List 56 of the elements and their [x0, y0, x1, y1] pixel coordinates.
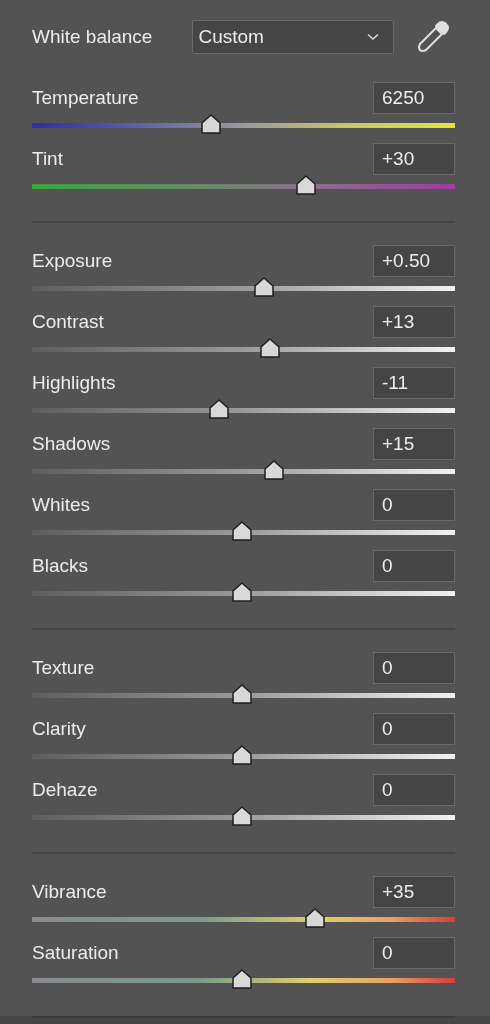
slider-label: Clarity [32, 718, 86, 740]
slider-thumb[interactable] [252, 277, 275, 297]
slider-track[interactable] [32, 693, 455, 698]
value-field[interactable]: 0 [373, 652, 455, 684]
slider-label: Dehaze [32, 779, 98, 801]
slider-thumb[interactable] [230, 582, 253, 602]
value-field[interactable]: +30 [373, 143, 455, 175]
value-field[interactable]: 0 [373, 774, 455, 806]
slider-thumb[interactable] [199, 114, 222, 134]
slider-label: Tint [32, 148, 63, 170]
slider-thumb[interactable] [230, 969, 253, 989]
slider-label: Temperature [32, 87, 139, 109]
slider-thumb[interactable] [207, 399, 230, 419]
slider-track[interactable] [32, 347, 455, 352]
slider-label: Highlights [32, 372, 116, 394]
slider-track[interactable] [32, 184, 455, 189]
caret-icon [367, 33, 380, 41]
eyedropper-icon[interactable] [416, 20, 451, 54]
slider-track[interactable] [32, 123, 455, 128]
slider-track[interactable] [32, 591, 455, 596]
value-field[interactable]: 0 [373, 489, 455, 521]
slider-track[interactable] [32, 917, 455, 922]
slider-track[interactable] [32, 469, 455, 474]
slider-thumb[interactable] [230, 745, 253, 765]
slider-label: Exposure [32, 250, 113, 272]
value-field[interactable]: +13 [373, 306, 455, 338]
slider-thumb[interactable] [230, 684, 253, 704]
value-field[interactable]: +35 [373, 876, 455, 908]
slider-thumb[interactable] [304, 908, 326, 928]
slider-track[interactable] [32, 286, 455, 291]
value-field[interactable]: +0.50 [373, 245, 455, 277]
slider-label: Contrast [32, 311, 104, 333]
slider-thumb[interactable] [295, 175, 318, 195]
slider-label: Whites [32, 494, 91, 516]
slider-track[interactable] [32, 978, 455, 983]
slider-thumb[interactable] [259, 338, 282, 358]
slider-thumb[interactable] [230, 521, 253, 541]
slider-thumb[interactable] [262, 460, 285, 480]
slider-track[interactable] [32, 815, 455, 820]
slider-track[interactable] [32, 530, 455, 535]
slider-label: Shadows [32, 433, 111, 455]
slider-track[interactable] [32, 754, 455, 759]
slider-track[interactable] [32, 408, 455, 413]
slider-label: Blacks [32, 555, 88, 577]
value-field[interactable]: 0 [373, 937, 455, 969]
value-field[interactable]: -11 [373, 367, 455, 399]
slider-label: Texture [32, 657, 95, 679]
slider-thumb[interactable] [230, 806, 253, 826]
slider-label: Vibrance [32, 881, 107, 903]
preset-dropdown[interactable]: Custom [192, 20, 395, 54]
balance-mode-label: White balance [32, 26, 153, 48]
slider-label: Saturation [32, 942, 119, 964]
value-field[interactable]: +15 [373, 428, 455, 460]
value-field[interactable]: 6250 [373, 82, 455, 114]
value-field[interactable]: 0 [373, 550, 455, 582]
value-field[interactable]: 0 [373, 713, 455, 745]
